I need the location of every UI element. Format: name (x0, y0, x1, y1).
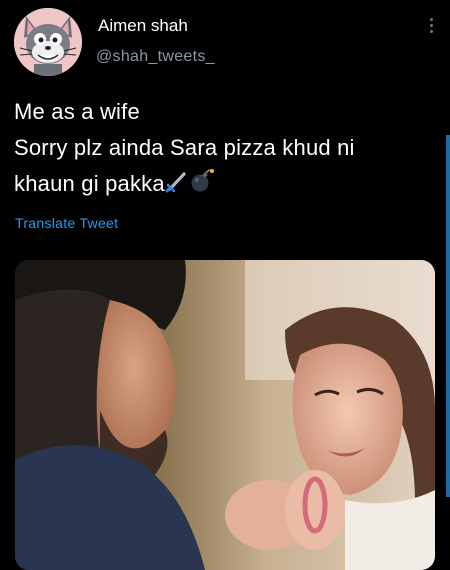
tweet-text-line: khaun gi pakka (14, 171, 165, 196)
scrollbar[interactable] (446, 135, 450, 497)
more-vertical-icon[interactable] (428, 18, 434, 38)
bomb-icon (189, 168, 215, 204)
author-display-name[interactable]: Aimen shah (98, 16, 188, 36)
tweet-media-photo[interactable] (15, 260, 435, 570)
tweet-text-line-with-emoji: khaun gi pakka (14, 166, 440, 204)
tweet-text-line: Sorry plz ainda Sara pizza khud ni (14, 135, 355, 160)
tweet-text: Me as a wife Sorry plz ainda Sara pizza … (14, 94, 440, 204)
photo-image (15, 260, 435, 570)
dagger-icon (165, 168, 189, 204)
tweet-text-line: Me as a wife (14, 99, 140, 124)
avatar[interactable] (14, 8, 82, 76)
translate-tweet-link[interactable]: Translate Tweet (15, 215, 118, 231)
author-handle[interactable]: @shah_tweets_ (96, 48, 215, 66)
tom-cat-avatar-icon (14, 8, 82, 76)
